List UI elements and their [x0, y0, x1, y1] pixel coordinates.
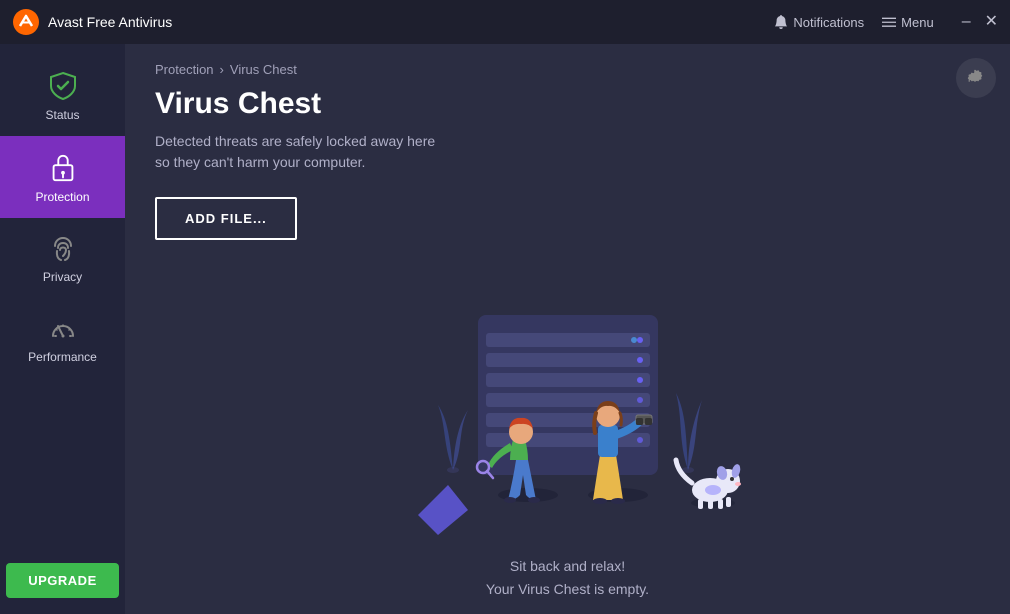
upgrade-button[interactable]: UPGRADE [6, 563, 119, 598]
sidebar: Status Protection Privacy [0, 44, 125, 614]
page-title: Virus Chest [155, 87, 980, 121]
page-description-line2: so they can't harm your computer. [155, 154, 365, 170]
caption-line1: Sit back and relax! [510, 558, 625, 574]
breadcrumb-separator: › [220, 62, 224, 77]
hamburger-icon [882, 15, 896, 29]
caption-line2: Your Virus Chest is empty. [486, 581, 649, 597]
settings-button[interactable] [956, 58, 996, 98]
titlebar-actions: Notifications Menu – ✕ [774, 14, 998, 30]
menu-button[interactable]: Menu [882, 15, 934, 30]
illustration-caption: Sit back and relax! Your Virus Chest is … [486, 555, 649, 600]
sidebar-item-performance[interactable]: Performance [0, 298, 125, 378]
add-file-button[interactable]: ADD FILE... [155, 197, 297, 240]
shield-icon [47, 70, 79, 102]
app-title: Avast Free Antivirus [48, 14, 172, 30]
sidebar-item-protection-label: Protection [35, 190, 89, 204]
close-button[interactable]: ✕ [985, 14, 998, 30]
breadcrumb-current: Virus Chest [230, 62, 297, 77]
page-description: Detected threats are safely locked away … [155, 131, 980, 173]
app-logo: Avast Free Antivirus [12, 8, 774, 36]
breadcrumb: Protection › Virus Chest [125, 44, 1010, 77]
sidebar-item-status-label: Status [45, 108, 79, 122]
fingerprint-icon [48, 234, 78, 264]
lock-icon [48, 152, 78, 184]
page-content: Virus Chest Detected threats are safely … [125, 77, 1010, 260]
titlebar: Avast Free Antivirus Notifications Menu … [0, 0, 1010, 44]
page-description-line1: Detected threats are safely locked away … [155, 133, 435, 149]
gear-icon [966, 68, 986, 88]
bell-icon [774, 15, 788, 29]
sidebar-item-privacy[interactable]: Privacy [0, 218, 125, 298]
notifications-button[interactable]: Notifications [774, 15, 864, 30]
content-area: Protection › Virus Chest Virus Chest Det… [125, 44, 1010, 614]
window-controls: – ✕ [962, 14, 998, 30]
breadcrumb-parent[interactable]: Protection [155, 62, 214, 77]
sidebar-item-performance-label: Performance [28, 350, 97, 364]
sidebar-item-protection[interactable]: Protection [0, 136, 125, 218]
main-layout: Status Protection Privacy [0, 44, 1010, 614]
avast-logo-icon [12, 8, 40, 36]
minimize-button[interactable]: – [962, 14, 971, 30]
speedometer-icon [48, 314, 78, 344]
illustration-svg [358, 285, 778, 545]
sidebar-item-privacy-label: Privacy [43, 270, 82, 284]
sidebar-item-status[interactable]: Status [0, 54, 125, 136]
illustration-area: Sit back and relax! Your Virus Chest is … [125, 285, 1010, 614]
